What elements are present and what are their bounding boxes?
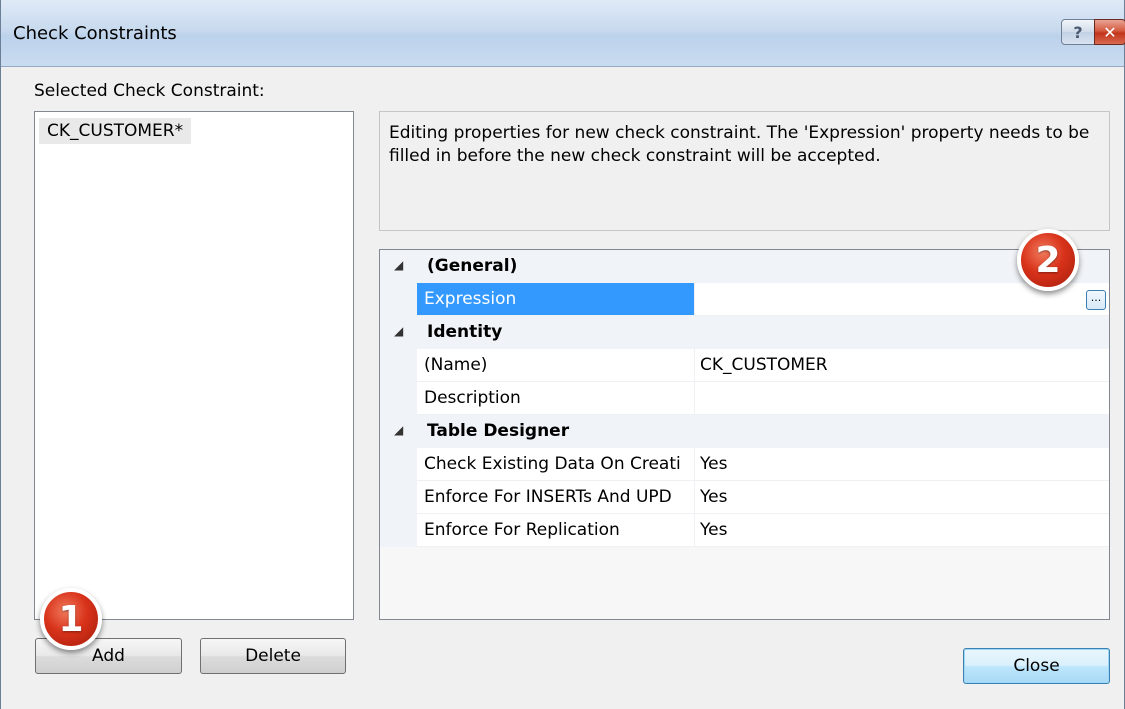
- property-row-description[interactable]: Description: [380, 382, 1109, 415]
- property-value[interactable]: CK_CUSTOMER: [694, 349, 1109, 382]
- property-row-name[interactable]: (Name) CK_CUSTOMER: [380, 349, 1109, 382]
- property-value[interactable]: Yes: [694, 514, 1109, 547]
- property-row-expression[interactable]: Expression ...: [380, 283, 1109, 316]
- property-name[interactable]: Check Existing Data On Creati: [417, 448, 694, 481]
- property-name[interactable]: Enforce For Replication: [417, 514, 694, 547]
- property-grid[interactable]: ◢ (General) Expression ... ◢ Identity (N…: [379, 249, 1110, 620]
- row-gutter: [380, 514, 417, 547]
- property-name[interactable]: Description: [417, 382, 694, 415]
- ellipsis-button[interactable]: ...: [1086, 290, 1106, 310]
- row-gutter: [380, 349, 417, 382]
- description-box: Editing properties for new check constra…: [379, 111, 1110, 231]
- delete-button[interactable]: Delete: [200, 638, 346, 674]
- property-row-enforce-inserts[interactable]: Enforce For INSERTs And UPD Yes: [380, 481, 1109, 514]
- check-constraints-dialog: Check Constraints ? ✕ Selected Check Con…: [0, 0, 1125, 709]
- list-item[interactable]: CK_CUSTOMER*: [39, 118, 192, 144]
- category-general[interactable]: ◢ (General): [380, 250, 1109, 283]
- row-gutter: [380, 448, 417, 481]
- property-value[interactable]: Yes: [694, 481, 1109, 514]
- property-name[interactable]: (Name): [417, 349, 694, 382]
- property-name[interactable]: Enforce For INSERTs And UPD: [417, 481, 694, 514]
- window-close-button[interactable]: ✕: [1094, 19, 1125, 45]
- title-bar: Check Constraints ? ✕: [1, 0, 1125, 67]
- collapse-arrow-icon[interactable]: ◢: [394, 324, 403, 338]
- category-identity[interactable]: ◢ Identity: [380, 316, 1109, 349]
- category-label: Table Designer: [427, 421, 570, 441]
- constraint-list[interactable]: CK_CUSTOMER*: [34, 111, 354, 620]
- property-value[interactable]: [694, 382, 1109, 415]
- help-icon: ?: [1073, 22, 1083, 42]
- property-row-enforce-replication[interactable]: Enforce For Replication Yes: [380, 514, 1109, 547]
- category-label: (General): [427, 256, 518, 276]
- property-row-check-existing[interactable]: Check Existing Data On Creati Yes: [380, 448, 1109, 481]
- property-name[interactable]: Expression: [417, 283, 694, 316]
- row-gutter: [380, 283, 417, 316]
- category-table-designer[interactable]: ◢ Table Designer: [380, 415, 1109, 448]
- dialog-title: Check Constraints: [13, 23, 177, 44]
- callout-badge-2: 2: [1017, 229, 1079, 291]
- collapse-arrow-icon[interactable]: ◢: [394, 258, 403, 272]
- selected-constraint-label: Selected Check Constraint:: [34, 81, 265, 101]
- close-icon: ✕: [1103, 22, 1117, 42]
- close-button[interactable]: Close: [963, 648, 1110, 684]
- collapse-arrow-icon[interactable]: ◢: [394, 423, 403, 437]
- callout-badge-1: 1: [40, 588, 102, 650]
- property-value[interactable]: Yes: [694, 448, 1109, 481]
- row-gutter: [380, 382, 417, 415]
- help-button[interactable]: ?: [1061, 19, 1095, 45]
- category-label: Identity: [427, 322, 503, 342]
- row-gutter: [380, 481, 417, 514]
